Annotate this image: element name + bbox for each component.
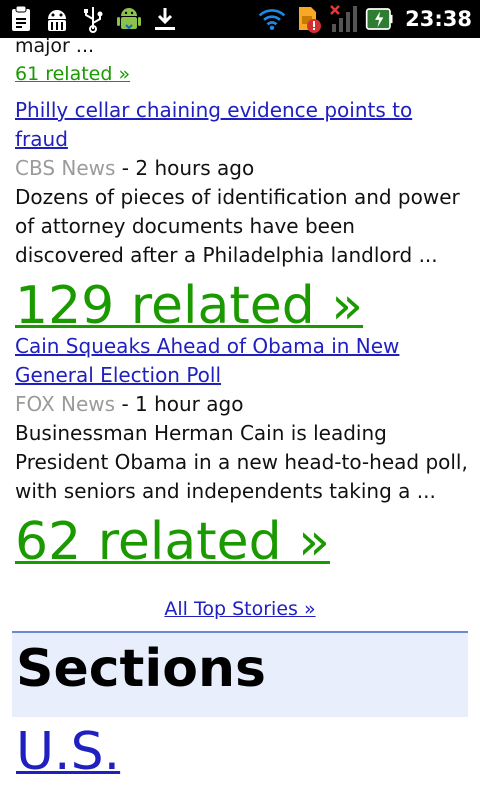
story-time: - 2 hours ago: [121, 156, 255, 180]
story-snippet: Businessman Herman Cain is leading Presi…: [15, 421, 468, 503]
story-related-link[interactable]: 62 related »: [15, 512, 330, 572]
story-source: FOX News: [15, 392, 116, 416]
news-story: Philly cellar chaining evidence points t…: [15, 96, 470, 336]
previous-related-link[interactable]: 61 related »: [15, 60, 130, 88]
status-bar: 23:38: [0, 0, 480, 38]
story-source: CBS News: [15, 156, 116, 180]
all-top-stories-link[interactable]: All Top Stories »: [0, 598, 480, 620]
download-icon: [150, 4, 180, 34]
story-title-link[interactable]: Cain Squeaks Ahead of Obama in New Gener…: [15, 332, 470, 390]
wifi-icon: [257, 4, 287, 34]
usb-icon: [78, 4, 108, 34]
sections-header: Sections: [12, 631, 468, 717]
notification-icons: [0, 4, 180, 34]
story-related-link[interactable]: 129 related »: [15, 276, 363, 336]
news-story: Cain Squeaks Ahead of Obama in New Gener…: [15, 332, 470, 572]
battery-charging-icon: [365, 4, 395, 34]
sim-alert-icon: [293, 4, 323, 34]
story-meta: FOX News - 1 hour ago: [15, 390, 470, 419]
clipboard-icon: [6, 4, 36, 34]
clock: 23:38: [405, 7, 472, 31]
system-icons: 23:38: [257, 4, 480, 34]
signal-icon: [329, 4, 359, 34]
story-title-link[interactable]: Philly cellar chaining evidence points t…: [15, 96, 470, 154]
section-link-us[interactable]: U.S.: [16, 722, 120, 782]
sections-title: Sections: [16, 639, 266, 699]
android-market-icon: [114, 4, 144, 34]
news-page: major ... 61 related » Philly cellar cha…: [0, 38, 480, 800]
story-time: - 1 hour ago: [121, 392, 244, 416]
story-meta: CBS News - 2 hours ago: [15, 154, 470, 183]
android-debug-icon: [42, 4, 72, 34]
story-snippet: Dozens of pieces of identification and p…: [15, 185, 460, 267]
previous-snippet-tail: major ...: [15, 38, 95, 57]
